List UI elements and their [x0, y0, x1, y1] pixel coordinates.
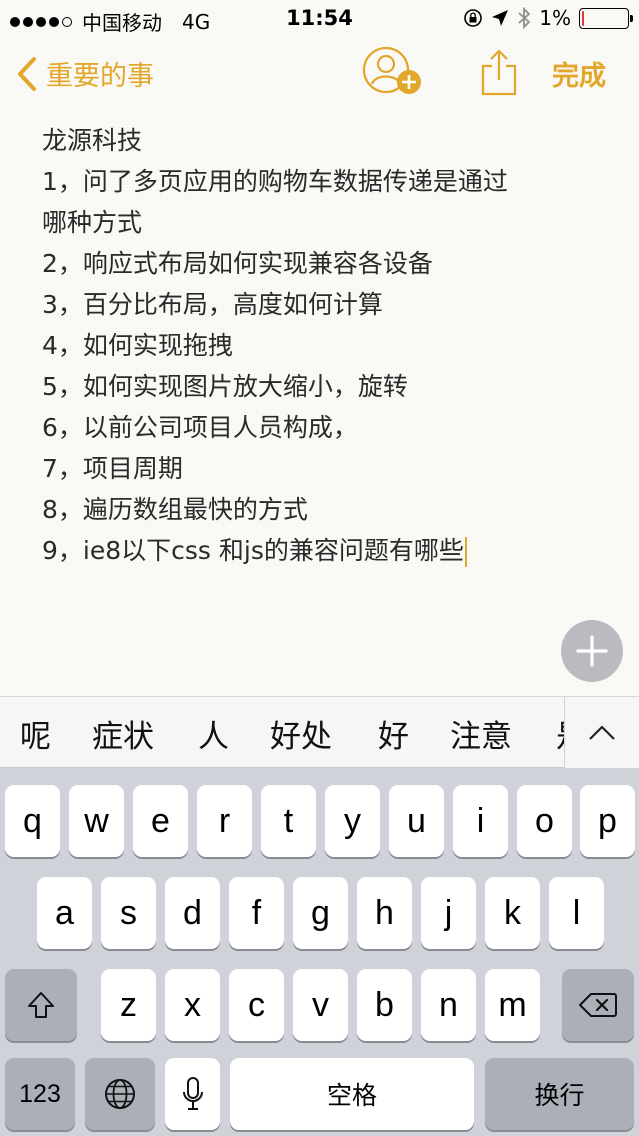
note-line: 哪种方式 [42, 208, 143, 237]
key-s[interactable]: s [101, 877, 156, 949]
key-r[interactable]: r [197, 785, 252, 857]
key-l[interactable]: l [549, 877, 604, 949]
key-u[interactable]: u [389, 785, 444, 857]
rotation-lock-icon [464, 9, 483, 27]
key-h[interactable]: h [357, 877, 412, 949]
key-p[interactable]: p [580, 785, 635, 857]
space-key[interactable]: 空格 [230, 1058, 474, 1130]
key-q[interactable]: q [5, 785, 60, 857]
backspace-icon [579, 993, 617, 1017]
note-line-last: 9，ie8以下css 和js的兼容问题有哪些 [42, 530, 602, 571]
key-g[interactable]: g [293, 877, 348, 949]
return-key[interactable]: 换行 [485, 1058, 634, 1130]
key-e[interactable]: e [133, 785, 188, 857]
key-c[interactable]: c [229, 969, 284, 1041]
note-line: 7，项目周期 [42, 454, 183, 483]
note-line: 5，如何实现图片放大缩小，旋转 [42, 372, 408, 401]
expand-candidates-button[interactable] [564, 697, 639, 768]
plus-icon [576, 635, 608, 667]
candidate-word[interactable]: 好处 [270, 711, 332, 756]
back-label: 重要的事 [46, 61, 154, 92]
add-person-icon [362, 46, 421, 94]
add-person-button[interactable] [362, 44, 426, 98]
key-j[interactable]: j [421, 877, 476, 949]
key-d[interactable]: d [165, 877, 220, 949]
navigation-bar: 重要的事 完成 [0, 40, 639, 110]
share-icon [481, 49, 517, 96]
note-line: 8，遍历数组最快的方式 [42, 495, 308, 524]
key-z[interactable]: z [101, 969, 156, 1041]
back-button[interactable]: 重要的事 [16, 54, 154, 93]
key-y[interactable]: y [325, 785, 380, 857]
key-m[interactable]: m [485, 969, 540, 1041]
battery-icon [579, 7, 633, 29]
note-line: 1，问了多页应用的购物车数据传递是通过 [42, 167, 508, 196]
globe-key[interactable] [85, 1058, 155, 1130]
chevron-up-icon [589, 725, 615, 740]
key-f[interactable]: f [229, 877, 284, 949]
note-line: 龙源科技 [42, 126, 143, 155]
key-t[interactable]: t [261, 785, 316, 857]
text-cursor [464, 537, 467, 567]
globe-icon [105, 1079, 135, 1109]
note-line: 2，响应式布局如何实现兼容各设备 [42, 249, 433, 278]
key-v[interactable]: v [293, 969, 348, 1041]
bluetooth-icon [518, 7, 531, 29]
add-attachment-button[interactable] [561, 620, 623, 682]
key-x[interactable]: x [165, 969, 220, 1041]
note-line: 3，百分比布局，高度如何计算 [42, 290, 383, 319]
note-body[interactable]: 龙源科技 1，问了多页应用的购物车数据传递是通过 哪种方式 2，响应式布局如何实… [42, 120, 602, 571]
note-line-text: 9，ie8以下css 和js的兼容问题有哪些 [42, 536, 464, 565]
key-b[interactable]: b [357, 969, 412, 1041]
location-arrow-icon [492, 10, 509, 26]
candidate-word[interactable]: 好 [378, 711, 409, 756]
key-n[interactable]: n [421, 969, 476, 1041]
numbers-key[interactable]: 123 [5, 1058, 75, 1130]
microphone-icon [182, 1077, 203, 1110]
key-i[interactable]: i [453, 785, 508, 857]
shift-icon [28, 992, 54, 1018]
keyboard: q w e r t y u i o p a s d f g h j k l z … [0, 768, 639, 1136]
note-line: 6，以前公司项目人员构成， [42, 413, 358, 442]
candidate-word[interactable]: 注意 [450, 711, 512, 756]
candidate-word[interactable]: 呢 [20, 711, 51, 756]
key-w[interactable]: w [69, 785, 124, 857]
dictation-key[interactable] [165, 1058, 220, 1130]
candidate-word[interactable]: 人 [198, 711, 229, 756]
battery-percent: 1% [539, 6, 571, 30]
backspace-key[interactable] [562, 969, 634, 1041]
note-line: 4，如何实现拖拽 [42, 331, 233, 360]
candidate-word[interactable]: 症状 [92, 711, 154, 756]
key-a[interactable]: a [37, 877, 92, 949]
status-bar: 中国移动 4G 11:54 1% [0, 0, 639, 40]
shift-key[interactable] [5, 969, 77, 1041]
candidate-bar: 呢 症状 人 好处 好 注意 是 [0, 696, 639, 768]
done-button[interactable]: 完成 [552, 54, 606, 93]
chevron-left-icon [18, 56, 36, 91]
key-k[interactable]: k [485, 877, 540, 949]
key-o[interactable]: o [517, 785, 572, 857]
share-button[interactable] [480, 48, 518, 96]
